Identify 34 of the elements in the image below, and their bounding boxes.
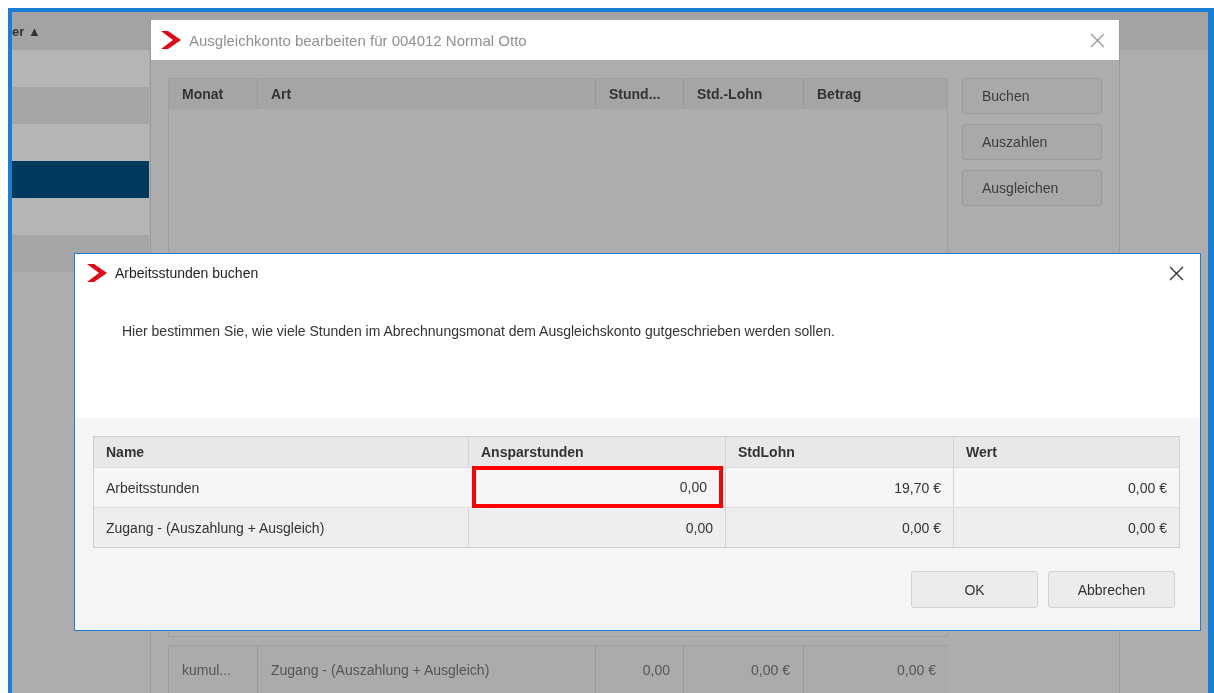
chevron-logo-icon [87,264,107,282]
list-row[interactable] [12,198,149,235]
close-icon[interactable] [1169,265,1184,281]
ok-button[interactable]: OK [911,571,1038,608]
list-row[interactable] [12,161,149,198]
column-header[interactable]: Betrag [804,79,947,109]
table-cell: 0,00 € [725,508,953,547]
chevron-logo-icon [161,31,181,49]
list-row[interactable] [12,124,149,161]
book-button[interactable]: Buchen [962,78,1102,114]
table-cell: 0,00 € [684,646,804,693]
column-header[interactable]: Monat [169,79,258,109]
table-cell: Zugang - (Auszahlung + Ausgleich) [258,646,596,693]
window-title: Ausgleichkonto bearbeiten für 004012 Normal Otto [189,31,528,49]
list-row[interactable] [12,87,149,124]
column-header[interactable]: er ▲ [12,23,41,39]
column-header[interactable]: Std.-Lohn [684,79,804,109]
table-cell-text: 0,00 € [896,661,937,680]
dialog-title: Arbeitsstunden buchen [115,265,260,281]
cancel-button[interactable]: Abbrechen [1048,571,1175,608]
column-header[interactable]: Stund... [596,79,684,109]
column-header[interactable]: Art [258,79,596,109]
payout-button[interactable]: Auszahlen [962,124,1102,160]
description-text: Hier bestimmen Sie, wie viele Stunden im Abrechnungsmonat dem Ausgleichskonto gutgeschrieben werden sollen. [122,323,836,339]
settle-button[interactable]: Ausgleichen [962,170,1102,206]
table-cell: kumul... [169,646,258,693]
hours-input[interactable]: 0,00 [468,508,725,547]
table-cell: 0,00 € [953,508,1179,547]
table-cell-text: Arbeitsstunden [105,478,201,498]
list-row[interactable] [12,50,149,87]
hours-input[interactable]: 0,00 [472,466,723,508]
table-cell: 0,00 [596,646,684,693]
column-header[interactable]: Name [94,437,468,467]
table-cell-text: Zugang - (Auszahlung + Ausgleich) [105,518,326,538]
